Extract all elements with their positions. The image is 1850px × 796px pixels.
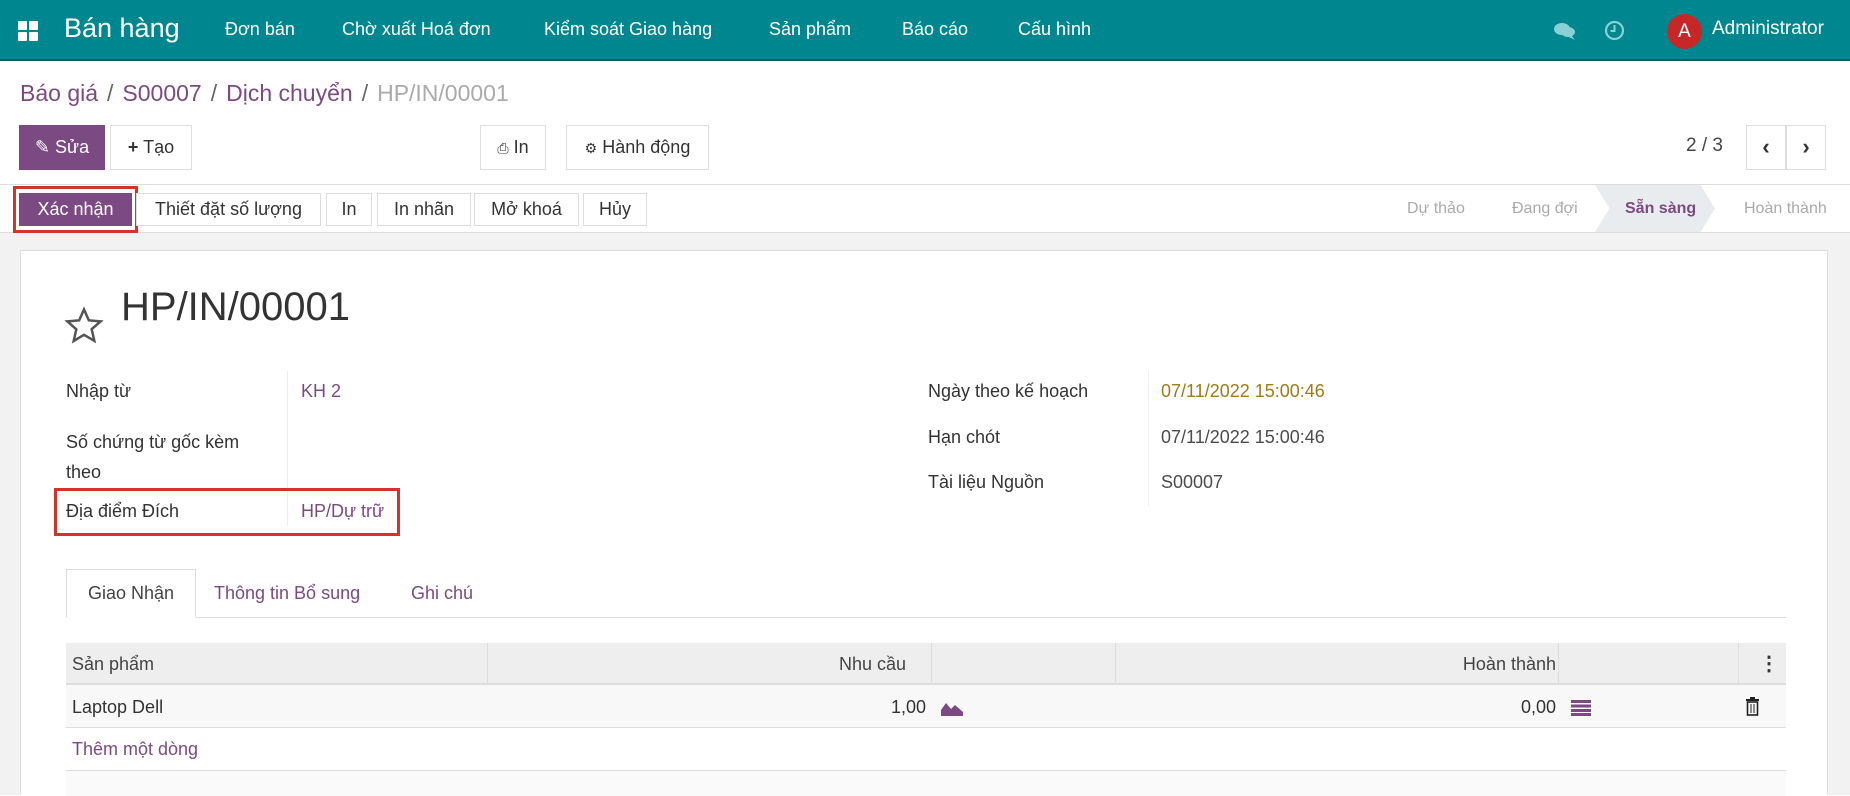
printer-icon: ⎙ xyxy=(497,140,509,156)
table-row[interactable]: Laptop Dell 1,00 0,00 xyxy=(66,685,1786,728)
star-icon[interactable] xyxy=(64,306,104,346)
breadcrumb-s00007[interactable]: S00007 xyxy=(122,80,201,106)
pager-previous-button[interactable]: ‹ xyxy=(1746,125,1786,170)
scheduled-date-label: Ngày theo kế hoạch xyxy=(928,381,1089,401)
origin-document-label: Số chứng từ gốc kèm theo xyxy=(66,432,240,482)
tab-giao-nhan[interactable]: Giao Nhận xyxy=(66,569,196,618)
tabs-line xyxy=(66,617,1786,618)
menu-bao-cao[interactable]: Báo cáo xyxy=(902,19,968,40)
pencil-icon: ✎ xyxy=(34,137,50,157)
column-done[interactable]: Hoàn thành xyxy=(1316,654,1556,675)
demand-cell: 1,00 xyxy=(890,697,926,717)
table-header: Sản phẩm Nhu cầu Hoàn thành ⋮ xyxy=(66,643,1786,685)
edit-label: Sửa xyxy=(55,137,90,157)
action-label: Hành động xyxy=(602,137,691,157)
gear-icon: ⚙ xyxy=(584,140,598,156)
source-location-value[interactable]: KH 2 xyxy=(301,381,341,402)
clock-icon[interactable] xyxy=(1604,20,1625,41)
done-cell: 0,00 xyxy=(1520,697,1556,717)
detailed-operations-list-icon[interactable] xyxy=(1571,700,1591,716)
table-footer xyxy=(66,770,1786,796)
deadline-value: 07/11/2022 15:00:46 xyxy=(1161,427,1325,447)
unlock-button[interactable]: Mở khoá xyxy=(474,193,579,226)
app-title[interactable]: Bán hàng xyxy=(64,13,180,44)
plus-icon: + xyxy=(127,137,139,157)
stage-draft[interactable]: Dự thảo xyxy=(1407,185,1465,232)
breadcrumb-bao-gia[interactable]: Báo giá xyxy=(20,80,98,106)
menu-don-ban[interactable]: Đơn bán xyxy=(225,19,295,40)
forecast-chart-icon[interactable] xyxy=(941,700,963,716)
stage-ready[interactable]: Sẵn sàng xyxy=(1625,185,1696,232)
deadline-label: Hạn chót xyxy=(928,427,1001,447)
set-quantities-button[interactable]: Thiết đặt số lượng xyxy=(136,193,321,226)
divider xyxy=(487,643,488,683)
source-document-value: S00007 xyxy=(1161,472,1224,492)
divider xyxy=(1115,643,1116,683)
print-label-button[interactable]: In nhãn xyxy=(377,193,471,226)
product-cell: Laptop Dell xyxy=(72,697,164,717)
print-label: In xyxy=(513,137,529,157)
create-button[interactable]: + Tạo xyxy=(110,125,192,170)
action-button[interactable]: ⚙ Hành động xyxy=(566,125,709,170)
destination-location-label: Địa điểm Đích xyxy=(66,501,180,521)
top-navbar: Bán hàng Đơn bán Chờ xuất Hoá đơn Kiểm s… xyxy=(0,0,1850,61)
menu-kiem-soat-giao-hang[interactable]: Kiểm soát Giao hàng xyxy=(544,19,712,40)
breadcrumb: Báo giá / S00007/Dịch chuyển / HP/IN/00001 xyxy=(20,80,509,106)
print-status-button[interactable]: In xyxy=(326,193,372,226)
user-menu[interactable]: Administrator xyxy=(1712,18,1824,40)
edit-button[interactable]: ✎ Sửa xyxy=(19,125,105,170)
column-demand[interactable]: Nhu cầu xyxy=(666,654,906,675)
pager-next-button[interactable]: › xyxy=(1786,125,1826,170)
stage-waiting[interactable]: Đang đợi xyxy=(1512,185,1578,232)
menu-cho-xuat-hoa-don[interactable]: Chờ xuất Hoá đơn xyxy=(342,19,491,40)
tab-thong-tin-bo-sung[interactable]: Thông tin Bổ sung xyxy=(214,583,360,604)
divider xyxy=(1148,371,1149,506)
trash-icon[interactable] xyxy=(1745,697,1760,716)
avatar[interactable]: A xyxy=(1667,14,1702,49)
destination-location-value[interactable]: HP/Dự trữ xyxy=(301,501,384,522)
divider xyxy=(1738,643,1739,683)
tab-ghi-chu[interactable]: Ghi chú xyxy=(411,583,473,604)
create-label: Tạo xyxy=(143,137,175,157)
pager-value: 2 / 3 xyxy=(1686,135,1723,156)
chat-icon[interactable] xyxy=(1553,20,1577,42)
record-title: HP/IN/00001 xyxy=(121,285,351,329)
source-location-label: Nhập từ xyxy=(66,381,132,401)
source-document-label: Tài liệu Nguồn xyxy=(928,472,1045,492)
print-button[interactable]: ⎙ In xyxy=(480,125,546,170)
divider xyxy=(931,643,932,683)
status-bar: Xác nhận Thiết đặt số lượng In In nhãn M… xyxy=(0,184,1850,233)
menu-san-pham[interactable]: Sản phẩm xyxy=(769,19,851,40)
column-options-icon[interactable]: ⋮ xyxy=(1759,651,1779,676)
column-product[interactable]: Sản phẩm xyxy=(72,654,154,675)
form-sheet: HP/IN/00001 Nhập từ KH 2 Số chứng từ gốc… xyxy=(20,250,1828,796)
menu-cau-hinh[interactable]: Cấu hình xyxy=(1018,19,1091,40)
apps-grid-icon[interactable] xyxy=(18,21,38,41)
breadcrumb-dich-chuyen[interactable]: Dịch chuyển xyxy=(226,80,353,106)
breadcrumb-current: HP/IN/00001 xyxy=(377,80,509,106)
cancel-button[interactable]: Hủy xyxy=(583,193,647,226)
divider xyxy=(1558,643,1559,683)
stage-done[interactable]: Hoàn thành xyxy=(1744,185,1827,232)
confirm-button[interactable]: Xác nhận xyxy=(19,193,132,226)
add-line-link[interactable]: Thêm một dòng xyxy=(72,739,198,760)
scheduled-date-value: 07/11/2022 15:00:46 xyxy=(1161,381,1325,401)
